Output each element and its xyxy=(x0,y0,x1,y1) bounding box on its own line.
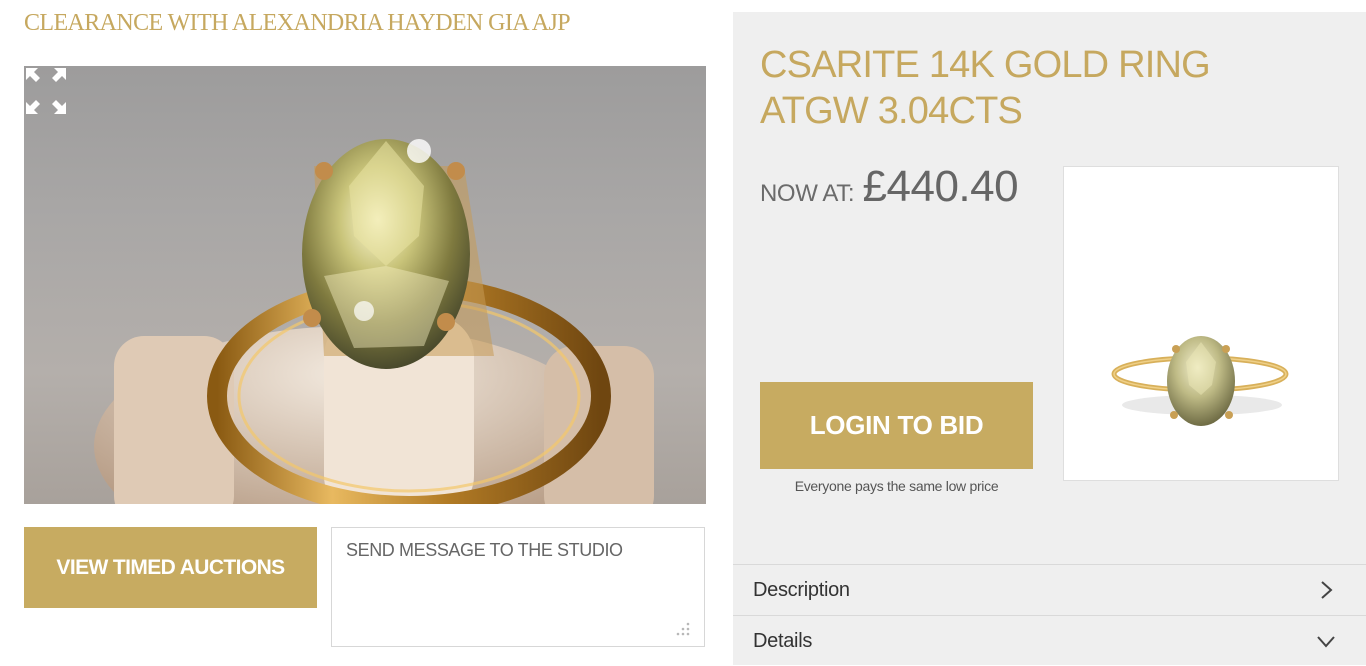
studio-message-input[interactable] xyxy=(332,528,704,646)
accordion-details[interactable]: Details xyxy=(733,615,1366,666)
resize-grip-icon[interactable] xyxy=(676,622,690,636)
price-row: NOW AT: £440.40 xyxy=(760,162,1019,212)
view-timed-auctions-button[interactable]: VIEW TIMED AUCTIONS xyxy=(24,527,317,608)
same-price-note: Everyone pays the same low price xyxy=(794,478,999,494)
login-to-bid-button[interactable]: LOGIN TO BID xyxy=(760,382,1033,469)
accordion-description-label: Description xyxy=(753,579,850,601)
ring-video-image xyxy=(94,139,654,504)
product-title: CSARITE 14K GOLD RING ATGW 3.04CTS xyxy=(760,44,1211,132)
product-thumbnail[interactable] xyxy=(1063,166,1339,481)
product-panel: CSARITE 14K GOLD RING ATGW 3.04CTS NOW A… xyxy=(733,12,1366,665)
ring-product-image xyxy=(1111,336,1289,426)
accordion-description[interactable]: Description xyxy=(733,564,1366,615)
expand-arrows-icon[interactable] xyxy=(24,66,68,116)
show-title: CLEARANCE WITH ALEXANDRIA HAYDEN GIA AJP xyxy=(24,10,571,36)
accordion-details-label: Details xyxy=(753,630,813,652)
price-value: £440.40 xyxy=(862,162,1019,211)
live-video-player[interactable] xyxy=(24,66,706,504)
price-label: NOW AT: xyxy=(760,180,855,207)
chevron-right-icon xyxy=(1321,581,1333,599)
chevron-down-icon xyxy=(1317,636,1335,648)
studio-message-box[interactable] xyxy=(331,527,705,647)
